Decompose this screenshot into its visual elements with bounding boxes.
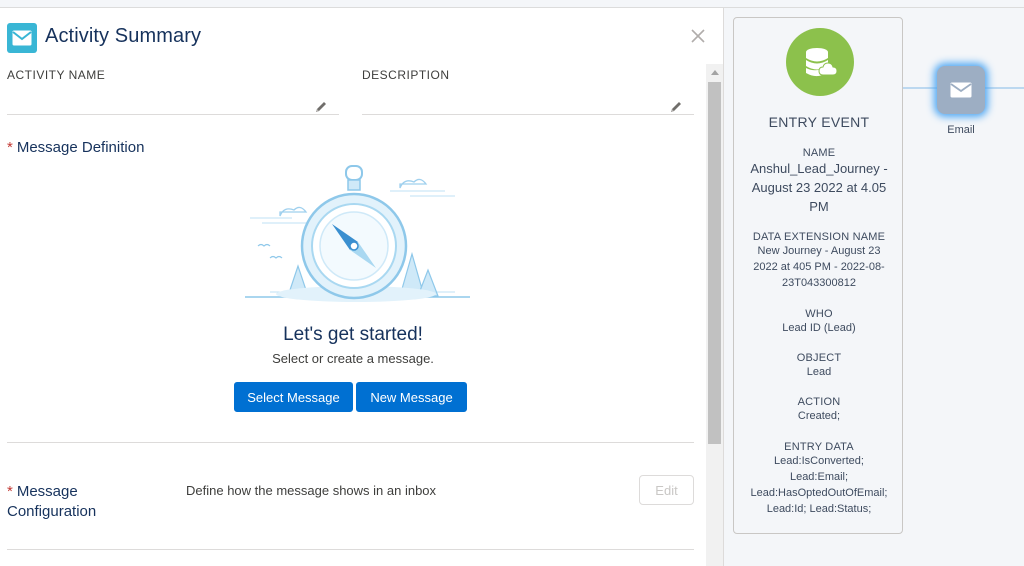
description-label: DESCRIPTION — [362, 68, 450, 82]
panel-header: Activity Summary — [0, 8, 724, 64]
edit-button[interactable]: Edit — [639, 475, 694, 505]
message-definition-label: * Message Definition — [7, 139, 145, 156]
email-activity-node[interactable] — [937, 66, 985, 114]
scrollbar-thumb[interactable] — [708, 82, 721, 444]
entry-event-card[interactable]: ENTRY EVENT NAME Anshul_Lead_Journey - A… — [733, 17, 903, 534]
required-mark: * — [7, 139, 13, 156]
message-configuration-label: * Message Configuration — [7, 483, 97, 520]
activity-name-label: ACTIVITY NAME — [7, 68, 106, 82]
entry-data-extension: DATA EXTENSION NAME New Journey - August… — [752, 231, 886, 289]
pencil-icon[interactable] — [669, 100, 683, 114]
top-bar — [0, 0, 1024, 8]
get-started-subtitle: Select or create a message. — [272, 351, 434, 366]
activity-name-input[interactable] — [7, 114, 339, 115]
entry-event-title: ENTRY EVENT — [768, 114, 870, 130]
entry-data: ENTRY DATA Lead:IsConverted; Lead:Email;… — [750, 441, 888, 515]
entry-who: WHO Lead ID (Lead) — [782, 308, 856, 334]
email-node-label: Email — [947, 124, 975, 136]
scrollbar[interactable] — [706, 64, 723, 566]
scroll-up-arrow-icon[interactable] — [706, 64, 723, 81]
close-icon[interactable] — [690, 28, 708, 46]
entry-object: OBJECT Lead — [796, 352, 842, 378]
divider — [7, 549, 694, 550]
description-input[interactable] — [362, 114, 694, 115]
get-started-title: Let's get started! — [283, 324, 423, 345]
email-icon — [950, 82, 972, 98]
activity-summary-panel: Activity Summary ACTIVITY NAME DESCRIPTI… — [0, 8, 724, 566]
entry-name: NAME Anshul_Lead_Journey - August 23 202… — [750, 147, 888, 214]
email-icon — [7, 23, 37, 53]
new-message-button[interactable]: New Message — [356, 382, 467, 412]
configuration-description: Define how the message shows in an inbox — [186, 483, 437, 498]
panel-title: Activity Summary — [45, 25, 202, 47]
pencil-icon[interactable] — [314, 100, 328, 114]
select-message-button[interactable]: Select Message — [234, 382, 353, 412]
entry-action: ACTION Created; — [797, 396, 841, 422]
database-icon — [786, 28, 854, 96]
compass-illustration — [240, 158, 475, 308]
divider — [7, 442, 694, 443]
